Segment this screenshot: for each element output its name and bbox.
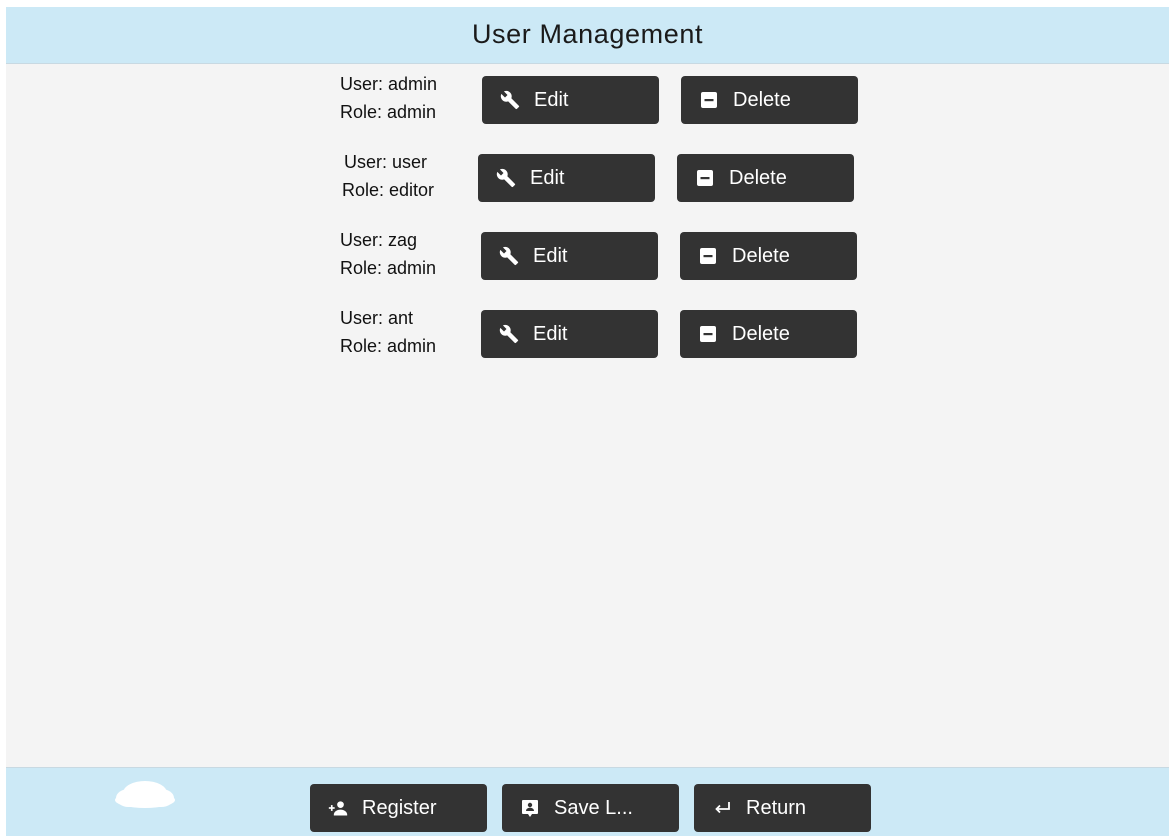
minus-box-icon xyxy=(699,90,719,110)
user-row: User: zag Role: admin Edit Delete xyxy=(6,230,1169,280)
delete-label: Delete xyxy=(732,244,790,267)
edit-button[interactable]: Edit xyxy=(481,232,658,280)
minus-box-icon xyxy=(698,246,718,266)
user-name: User: ant xyxy=(340,308,414,328)
delete-label: Delete xyxy=(729,166,787,189)
edit-label: Edit xyxy=(533,244,568,267)
user-info: User: zag Role: admin xyxy=(340,226,480,282)
wrench-icon xyxy=(499,246,519,266)
edit-button[interactable]: Edit xyxy=(478,154,655,202)
edit-label: Edit xyxy=(534,88,569,111)
edit-label: Edit xyxy=(533,322,568,345)
header-bar: User Management xyxy=(6,7,1169,64)
delete-button[interactable]: Delete xyxy=(680,232,857,280)
register-label: Register xyxy=(362,796,437,819)
return-arrow-icon xyxy=(712,798,732,818)
edit-label: Edit xyxy=(530,166,565,189)
user-name: User: zag xyxy=(340,230,418,250)
user-name: User: user xyxy=(344,152,428,172)
save-comment-icon xyxy=(520,798,540,818)
minus-box-icon xyxy=(695,168,715,188)
delete-button[interactable]: Delete xyxy=(681,76,858,124)
add-user-icon xyxy=(328,798,348,818)
wrench-icon xyxy=(496,168,516,188)
delete-label: Delete xyxy=(733,88,791,111)
user-info: User: ant Role: admin xyxy=(340,304,480,360)
return-button[interactable]: Return xyxy=(694,784,871,832)
user-row: User: user Role: editor Edit Delete xyxy=(6,152,1169,202)
user-info: User: user Role: editor xyxy=(342,148,482,204)
delete-button[interactable]: Delete xyxy=(677,154,854,202)
wrench-icon xyxy=(499,324,519,344)
user-info: User: admin Role: admin xyxy=(340,70,480,126)
delete-button[interactable]: Delete xyxy=(680,310,857,358)
return-label: Return xyxy=(746,796,807,819)
edit-button[interactable]: Edit xyxy=(481,310,658,358)
user-role: Role: editor xyxy=(342,180,435,200)
delete-label: Delete xyxy=(732,322,790,345)
save-log-button[interactable]: Save L... xyxy=(502,784,679,832)
wrench-icon xyxy=(500,90,520,110)
page-title: User Management xyxy=(471,18,704,49)
save-log-label: Save L... xyxy=(554,796,633,819)
minus-box-icon xyxy=(698,324,718,344)
user-role: Role: admin xyxy=(340,258,437,278)
footer-bar: Register Save L... Return xyxy=(6,767,1169,836)
cloud-icon[interactable] xyxy=(113,780,177,808)
user-role: Role: admin xyxy=(340,336,437,356)
app-window: User Management User: admin Role: admin … xyxy=(6,7,1169,836)
user-row: User: ant Role: admin Edit Delete xyxy=(6,308,1169,358)
user-row: User: admin Role: admin Edit Delete xyxy=(6,74,1169,124)
edit-button[interactable]: Edit xyxy=(482,76,659,124)
user-name: User: admin xyxy=(340,74,438,94)
register-button[interactable]: Register xyxy=(310,784,487,832)
user-role: Role: admin xyxy=(340,102,437,122)
